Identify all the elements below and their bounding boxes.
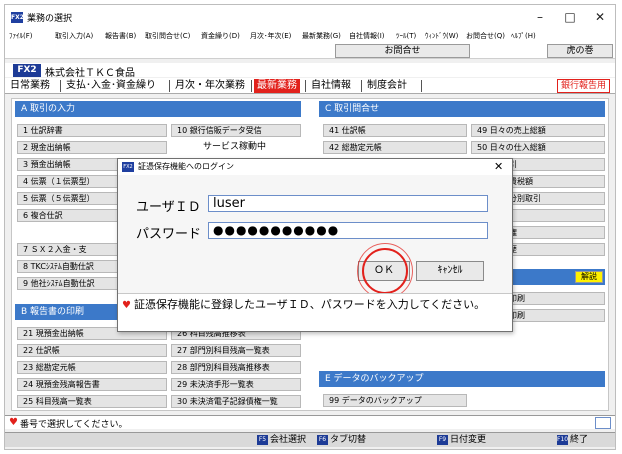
cancel-button[interactable]: ｷｬﾝｾﾙ (416, 261, 484, 281)
user-id-input[interactable]: luser (208, 195, 488, 212)
f10-key-icon: F10 (557, 434, 569, 445)
dialog-hint-text: 証憑保存機能に登録したユーザＩＤ、パスワードを入力してください。 (134, 298, 486, 311)
tab-divider (60, 80, 61, 92)
tool-row: お問合せ 虎の巻 (5, 43, 615, 59)
help-button[interactable]: 解説 (575, 271, 603, 283)
f5-company-select[interactable]: F5 会社選択 (257, 434, 306, 447)
menu-item-25[interactable]: 25 科目残高一覧表 (17, 395, 167, 408)
dialog-hint: ♥ 証憑保存機能に登録したユーザＩＤ、パスワードを入力してください。 (118, 293, 512, 331)
ok-highlight-ring (357, 243, 413, 299)
tab-latest[interactable]: 最新業務 (254, 79, 300, 93)
tab-divider (361, 80, 362, 92)
f6-tab-switch[interactable]: F6 タブ切替 (317, 434, 366, 447)
menu-help[interactable]: ﾍﾙﾌﾟ(H) (511, 31, 536, 41)
app-icon: FX2 (11, 12, 24, 23)
menu-item-99[interactable]: 99 データのバックアップ (323, 394, 467, 407)
maximize-button[interactable]: □ (555, 5, 585, 29)
tab-divider (169, 80, 170, 92)
user-id-label: ユーザＩＤ (136, 200, 201, 215)
dialog-title: 証憑保存機能へのログイン (138, 162, 234, 171)
menu-transaction-input[interactable]: 取引入力(A) (55, 31, 93, 41)
hint-heart-icon: ♥ (122, 300, 131, 311)
status-input[interactable] (595, 417, 611, 429)
tab-bar: 日常業務 支払･入金･資金繰り 月次・年次業務 最新業務 自社情報 制度会計 銀… (5, 78, 615, 94)
menu-tools[interactable]: ﾂｰﾙ(T) (396, 31, 416, 41)
title-bar: FX2 業務の選択 – □ ✕ (5, 5, 615, 29)
status-bar: ♥ 番号で選択してください。 (5, 415, 615, 430)
service-status-text: サービス稼動中 (203, 142, 267, 152)
tab-divider (251, 80, 252, 92)
menu-cash-flow[interactable]: 資金繰り(D) (201, 31, 240, 41)
f6-label: タブ切替 (330, 435, 367, 445)
menu-item-29[interactable]: 29 未決済手形一覧表 (171, 378, 301, 391)
menu-item-28[interactable]: 28 部門別科目残高推移表 (171, 361, 301, 374)
menu-item-41[interactable]: 41 仕訳帳 (323, 124, 467, 137)
f6-key-icon: F6 (317, 434, 328, 445)
bank-report-button[interactable]: 銀行報告用 (557, 79, 611, 93)
menu-bar: ﾌｧｲﾙ(F) 取引入力(A) 報告書(B) 取引問合せ(C) 資金繰り(D) … (5, 29, 615, 43)
password-label: パスワード (136, 227, 202, 242)
menu-transaction-query[interactable]: 取引問合せ(C) (145, 31, 190, 41)
tora-no-maki-button[interactable]: 虎の巻 (547, 44, 613, 58)
status-message: 番号で選択してください。 (20, 420, 128, 430)
section-b-header: B 報告書の印刷 (15, 304, 117, 320)
menu-item-27[interactable]: 27 部門別科目残高一覧表 (171, 344, 301, 357)
f10-exit[interactable]: F10 終了 (557, 434, 588, 447)
menu-item-50[interactable]: 50 日々の仕入総額 (471, 141, 605, 154)
f9-date-change[interactable]: F9 日付変更 (437, 434, 486, 447)
dialog-app-icon: FX2 (122, 162, 134, 172)
close-button[interactable]: ✕ (585, 5, 615, 29)
menu-item-10[interactable]: 10 銀行信販データ受信 (171, 124, 301, 137)
tab-system-accounting[interactable]: 制度会計 (364, 79, 410, 93)
section-c-header: C 取引問合せ (319, 101, 605, 117)
menu-item-2[interactable]: 2 現金出納帳 (17, 141, 167, 154)
menu-window[interactable]: ｳｨﾝﾄﾞｳ(W) (425, 31, 458, 41)
f5-label: 会社選択 (270, 435, 307, 445)
menu-report[interactable]: 報告書(B) (105, 31, 136, 41)
tab-monthly-yearly[interactable]: 月次・年次業務 (172, 79, 248, 93)
menu-company-info[interactable]: 自社情報(I) (349, 31, 385, 41)
menu-item-1[interactable]: 1 仕訳辞書 (17, 124, 167, 137)
company-row: FX2 株式会社ＴＫＣ食品 (5, 63, 615, 79)
main-window: FX2 業務の選択 – □ ✕ ﾌｧｲﾙ(F) 取引入力(A) 報告書(B) 取… (4, 4, 616, 450)
function-key-bar: F5 会社選択 F6 タブ切替 F9 日付変更 F10 終了 (5, 432, 615, 447)
menu-item-22[interactable]: 22 仕訳帳 (17, 344, 167, 357)
menu-latest-tasks[interactable]: 最新業務(G) (302, 31, 341, 41)
tab-payments[interactable]: 支払･入金･資金繰り (63, 79, 159, 93)
fx2-badge: FX2 (13, 64, 41, 77)
inquiry-button[interactable]: お問合せ (335, 44, 470, 58)
section-a-header: A 取引の入力 (15, 101, 301, 117)
menu-item-23[interactable]: 23 総勘定元帳 (17, 361, 167, 374)
tab-company-info[interactable]: 自社情報 (308, 79, 354, 93)
tab-divider (305, 80, 306, 92)
window-title: 業務の選択 (27, 14, 73, 24)
f9-key-icon: F9 (437, 434, 448, 445)
menu-item-42[interactable]: 42 総勘定元帳 (323, 141, 467, 154)
section-e-header: E データのバックアップ (319, 371, 605, 387)
dialog-title-bar: FX2 証憑保存機能へのログイン ✕ (118, 159, 512, 175)
f5-key-icon: F5 (257, 434, 268, 445)
menu-item-49[interactable]: 49 日々の売上総額 (471, 124, 605, 137)
company-name: 株式会社ＴＫＣ食品 (45, 68, 135, 79)
f10-label: 終了 (570, 435, 589, 445)
menu-item-24[interactable]: 24 現預金残高報告書 (17, 378, 167, 391)
tab-divider (421, 80, 422, 92)
menu-file[interactable]: ﾌｧｲﾙ(F) (9, 31, 33, 41)
tab-daily[interactable]: 日常業務 (7, 79, 53, 93)
password-input[interactable]: ●●●●●●●●●●● (208, 222, 488, 239)
dialog-close-icon[interactable]: ✕ (494, 159, 503, 175)
menu-inquiry[interactable]: お問合せ(Q) (466, 31, 505, 41)
f9-label: 日付変更 (450, 435, 487, 445)
heart-icon: ♥ (9, 417, 18, 428)
minimize-button[interactable]: – (525, 5, 555, 29)
menu-monthly-yearly[interactable]: 月次･年次(E) (250, 31, 291, 41)
menu-item-30[interactable]: 30 未決済電子記録債権一覧 (171, 395, 301, 408)
login-dialog: FX2 証憑保存機能へのログイン ✕ ユーザＩＤ luser パスワード ●●●… (117, 158, 513, 332)
